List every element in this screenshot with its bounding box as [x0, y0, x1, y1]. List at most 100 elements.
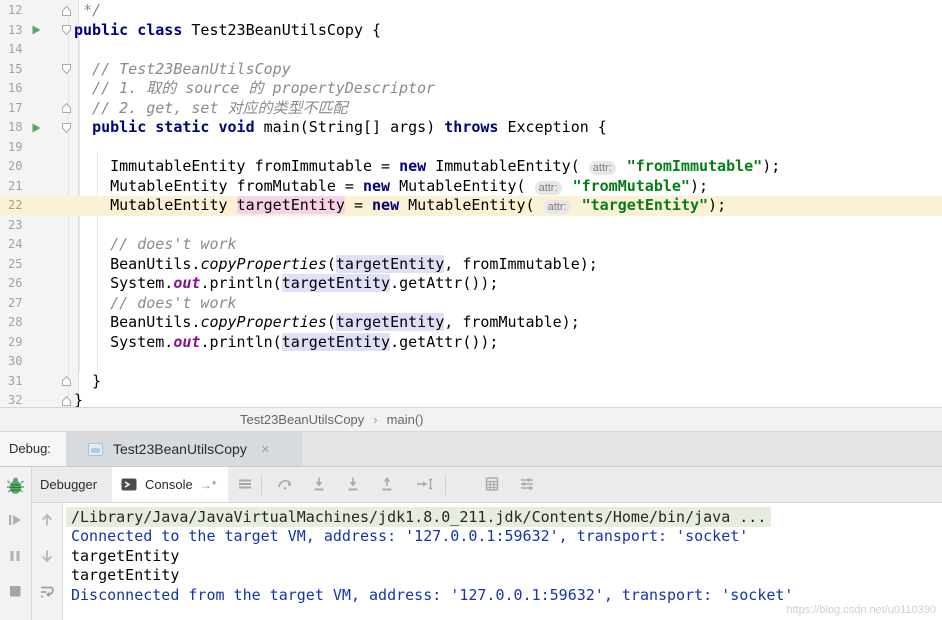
code-token: .getAttr());	[390, 332, 499, 351]
code-token: // 1. 取的 source 的 propertyDescriptor	[74, 79, 436, 97]
code-token: .println(	[200, 332, 282, 351]
code-line[interactable]: // does't work	[74, 235, 237, 255]
line-number: 23	[8, 217, 23, 232]
fold-marker[interactable]	[61, 118, 72, 138]
fold-marker[interactable]	[61, 1, 72, 21]
console-text: targetEntity	[71, 566, 180, 584]
console-text: Connected to the target VM, address: '12…	[71, 527, 749, 545]
code-line[interactable]: MutableEntity targetEntity = new Mutable…	[74, 196, 726, 216]
layout-settings-icon[interactable]	[518, 475, 536, 493]
clipped-toolbar-icon[interactable]	[40, 613, 58, 620]
code-line[interactable]: // Test23BeanUtilsCopy	[74, 60, 291, 80]
code-token: );	[689, 176, 709, 195]
step-over-icon[interactable]	[276, 475, 294, 493]
line-number: 31	[8, 373, 23, 388]
code-token: new	[399, 157, 427, 175]
code-token: main(String[] args)	[254, 118, 445, 136]
parameter-hint: attr:	[588, 161, 616, 175]
breadcrumb-method[interactable]: main()	[387, 412, 424, 427]
code-line[interactable]: public class Test23BeanUtilsCopy {	[74, 21, 381, 41]
code-token: Exception {	[498, 118, 607, 136]
code-line[interactable]: ImmutableEntity fromImmutable = new Immu…	[74, 157, 780, 177]
fold-marker[interactable]	[61, 99, 72, 119]
code-line[interactable]: }	[74, 372, 101, 392]
line-number: 19	[8, 139, 23, 154]
debug-tab-bar-filler	[302, 432, 942, 466]
console-tab-icon	[121, 478, 137, 491]
debug-toolbar: Debugger Console →*	[31, 467, 942, 502]
code-token: targetEntity	[281, 332, 391, 351]
console-text: /Library/Java/JavaVirtualMachines/jdk1.8…	[66, 506, 772, 527]
run-to-cursor-icon[interactable]	[415, 475, 433, 493]
line-number: 29	[8, 334, 23, 349]
step-into-icon[interactable]	[310, 475, 328, 493]
toolbar-separator	[261, 474, 262, 495]
console-tab-suffix-icon: →*	[199, 477, 217, 492]
code-line[interactable]: }	[74, 391, 83, 407]
line-number: 13	[8, 22, 23, 37]
evaluate-expression-icon[interactable]	[483, 475, 501, 493]
code-token: */	[74, 1, 102, 19]
code-token: "fromImmutable"	[617, 157, 763, 175]
debug-tab-bar: Debug: Test23BeanUtilsCopy ×	[0, 432, 942, 466]
code-line[interactable]: // 1. 取的 source 的 propertyDescriptor	[74, 79, 435, 99]
up-stack-trace-icon[interactable]	[38, 511, 56, 529]
debug-label: Debug:	[9, 441, 51, 456]
line-number: 30	[8, 354, 23, 368]
line-number: 18	[8, 120, 23, 134]
close-icon[interactable]: ×	[261, 441, 270, 458]
code-token: // does't work	[74, 235, 237, 253]
code-token: System.	[74, 332, 174, 351]
pause-icon[interactable]	[6, 547, 24, 565]
ide-window: 12 */ 13 public class Test23BeanUtilsCopy …	[0, 0, 942, 620]
line-number: 17	[8, 100, 23, 115]
code-line[interactable]: MutableEntity fromMutable = new MutableE…	[74, 177, 708, 197]
code-line[interactable]: // 2. get, set 对应的类型不匹配	[74, 98, 348, 119]
code-line[interactable]: */	[74, 1, 101, 21]
run-button[interactable]	[32, 21, 41, 41]
code-token: }	[74, 371, 102, 390]
code-token: // 2. get, set 对应的类型不匹配	[74, 98, 348, 117]
line-number: 22	[8, 198, 23, 212]
code-token: targetEntity	[236, 196, 345, 214]
line-number: 32	[8, 393, 23, 407]
fold-marker[interactable]	[61, 372, 72, 392]
debug-session-tab[interactable]: Test23BeanUtilsCopy ×	[66, 432, 302, 466]
code-token: .getAttr());	[390, 274, 499, 292]
code-token: System.	[74, 274, 174, 292]
step-out-icon[interactable]	[378, 475, 396, 493]
console-output[interactable]: https://blog.csdn.net/u0110390 /Library/…	[63, 503, 942, 620]
code-token: }	[74, 391, 84, 407]
code-line[interactable]: System.out.println(targetEntity.getAttr(…	[74, 332, 499, 353]
fold-marker[interactable]	[61, 21, 72, 41]
console-text: Disconnected from the target VM, address…	[71, 585, 794, 604]
code-token: copyProperties	[200, 313, 327, 331]
run-button[interactable]	[32, 118, 41, 138]
menu-icon[interactable]	[236, 475, 254, 493]
code-line[interactable]: BeanUtils.copyProperties(targetEntity, f…	[74, 254, 598, 275]
tab-console[interactable]: Console →*	[112, 467, 228, 502]
fold-marker[interactable]	[61, 391, 72, 407]
code-token: out	[173, 332, 201, 351]
breadcrumb-class[interactable]: Test23BeanUtilsCopy	[240, 412, 364, 427]
soft-wrap-icon[interactable]	[38, 583, 56, 601]
code-token: targetEntity	[335, 313, 445, 331]
console-line: /Library/Java/JavaVirtualMachines/jdk1.8…	[66, 506, 772, 528]
down-stack-trace-icon[interactable]	[38, 547, 56, 565]
line-number: 21	[8, 178, 23, 193]
stop-icon[interactable]	[6, 582, 24, 600]
console-line: Disconnected from the target VM, address…	[71, 586, 793, 606]
code-token: "fromMutable"	[563, 176, 690, 195]
code-editor[interactable]: 12 */ 13 public class Test23BeanUtilsCopy …	[0, 0, 942, 407]
line-number: 20	[8, 159, 23, 173]
code-line[interactable]: BeanUtils.copyProperties(targetEntity, f…	[74, 313, 580, 333]
code-line[interactable]: public static void main(String[] args) t…	[74, 118, 607, 138]
force-step-into-icon[interactable]	[344, 475, 362, 493]
code-line[interactable]: System.out.println(targetEntity.getAttr(…	[74, 274, 498, 294]
fold-marker[interactable]	[61, 60, 72, 80]
debug-tab-icon	[88, 442, 103, 456]
tab-debugger[interactable]: Debugger	[40, 467, 97, 502]
code-line[interactable]: // does't work	[74, 294, 236, 314]
resume-icon[interactable]	[6, 511, 24, 529]
